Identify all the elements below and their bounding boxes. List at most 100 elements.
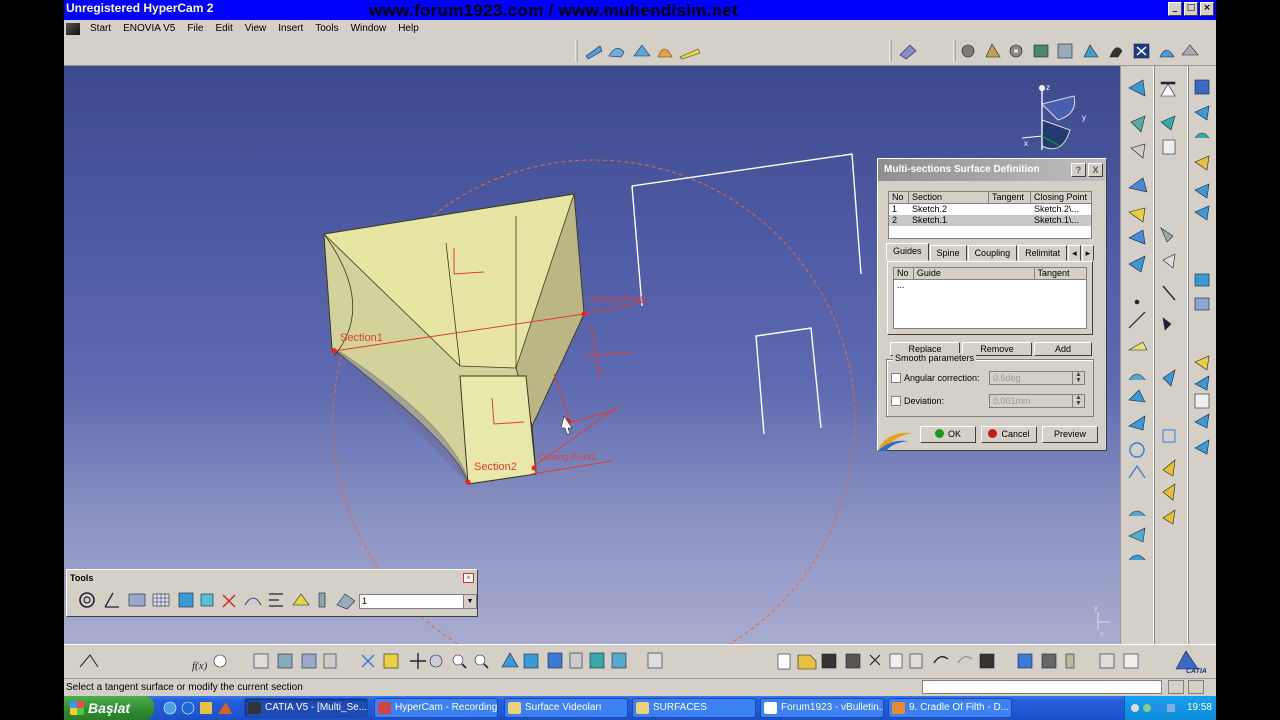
tab-scroll-left-icon[interactable]: ◂ bbox=[1068, 245, 1081, 261]
menu-file[interactable]: File bbox=[181, 23, 209, 34]
sketch-tool-icon[interactable] bbox=[899, 44, 917, 60]
app-title: Unregistered HyperCam 2 bbox=[66, 1, 214, 15]
right-toolbar-icons[interactable] bbox=[1121, 66, 1216, 644]
window-controls: _ □ × bbox=[1168, 2, 1214, 16]
svg-text:x: x bbox=[1024, 139, 1028, 148]
right-toolbar bbox=[1120, 66, 1216, 644]
add-button[interactable]: Add bbox=[1034, 342, 1092, 356]
label-closing-point1: Closing Point1 bbox=[590, 294, 648, 304]
maximize-icon[interactable]: □ bbox=[1184, 2, 1198, 16]
status-text: Select a tangent surface or modify the c… bbox=[66, 682, 303, 693]
minimize-icon[interactable]: _ bbox=[1168, 2, 1182, 16]
menu-tools[interactable]: Tools bbox=[309, 23, 344, 34]
bottom-toolbar-icons[interactable]: f(x) CATIA bbox=[64, 645, 1216, 679]
svg-text:z: z bbox=[1046, 83, 1050, 92]
tray-icons[interactable] bbox=[1127, 696, 1187, 720]
ok-icon bbox=[934, 429, 944, 438]
table-row[interactable]: 2 Sketch.1 Sketch.1\... bbox=[889, 215, 1091, 226]
tab-relimitation[interactable]: Relimitat bbox=[1018, 245, 1068, 261]
surface-tool-icons[interactable] bbox=[585, 44, 701, 60]
mini-axis-icon: y x bbox=[1094, 605, 1110, 638]
compass-icon[interactable]: z y x bbox=[1021, 83, 1086, 150]
clock: 19:58 bbox=[1186, 702, 1212, 713]
sections-table[interactable]: No Section Tangent Closing Point 1 Sketc… bbox=[888, 191, 1092, 239]
svg-text:x: x bbox=[1100, 631, 1104, 638]
dialog-close-button[interactable]: X bbox=[1088, 163, 1103, 177]
dialog-help-button[interactable]: ? bbox=[1071, 163, 1086, 177]
tools-panel-close-icon[interactable]: × bbox=[463, 573, 474, 583]
task-catia[interactable]: CATIA V5 - [Multi_Se... bbox=[244, 698, 368, 718]
task-surfaces[interactable]: SURFACES bbox=[632, 698, 756, 718]
dialog-title: Multi-sections Surface Definition bbox=[884, 164, 1040, 175]
close-icon[interactable]: × bbox=[1200, 2, 1214, 16]
title-bar: Unregistered HyperCam 2 www.forum1923.co… bbox=[64, 0, 1216, 20]
spin-arrows-icon[interactable]: ▲ ▼ bbox=[1072, 394, 1084, 407]
left-black-border bbox=[0, 0, 64, 720]
label-section1: Section1 bbox=[340, 332, 383, 344]
menu-edit[interactable]: Edit bbox=[210, 23, 239, 34]
preview-button[interactable]: Preview bbox=[1042, 426, 1098, 443]
guides-tab-panel: No Guide Tangent ... bbox=[887, 261, 1093, 335]
ok-button[interactable]: OK bbox=[920, 426, 976, 443]
smooth-parameters-group: Smooth parameters Angular correction: 0.… bbox=[886, 353, 1094, 417]
tab-coupling[interactable]: Coupling bbox=[967, 245, 1018, 261]
menu-start[interactable]: Start bbox=[84, 23, 117, 34]
tab-spine[interactable]: Spine bbox=[929, 245, 967, 261]
start-button[interactable]: Başlat bbox=[64, 696, 154, 720]
table-row[interactable]: 1 Sketch.2 Sketch.2\... bbox=[889, 204, 1091, 215]
menu-bar: Start ENOVIA V5 File Edit View Insert To… bbox=[64, 20, 1216, 37]
workbench-tool-icons[interactable] bbox=[961, 43, 1199, 59]
command-input[interactable] bbox=[922, 680, 1162, 694]
spin-arrows-icon[interactable]: ▲ ▼ bbox=[1072, 371, 1084, 384]
task-cradle-of-filth[interactable]: 9. Cradle Of Filth - D... bbox=[888, 698, 1012, 718]
tools-panel-icons[interactable] bbox=[73, 589, 359, 611]
bottom-toolbar: f(x) CATIA bbox=[64, 644, 1216, 678]
guides-table[interactable]: No Guide Tangent ... bbox=[893, 267, 1087, 329]
tools-panel-title: Tools bbox=[70, 573, 94, 583]
top-toolbar-icons bbox=[575, 40, 1199, 62]
status-button-1-icon[interactable] bbox=[1168, 680, 1184, 694]
combo-dropdown-icon[interactable]: ▼ bbox=[463, 595, 476, 608]
deviation-field[interactable]: 0.001mm ▲ ▼ bbox=[989, 394, 1085, 408]
windows-flag-icon bbox=[70, 701, 84, 715]
multi-sections-dialog: Multi-sections Surface Definition ? X No… bbox=[877, 158, 1107, 451]
cancel-icon bbox=[988, 429, 998, 438]
task-hypercam[interactable]: HyperCam - Recording bbox=[374, 698, 498, 718]
catia-swoosh-icon bbox=[878, 432, 912, 451]
deviation-checkbox[interactable] bbox=[891, 396, 901, 406]
tools-panel: Tools × 1 ▼ bbox=[66, 569, 478, 617]
catia-screen: Unregistered HyperCam 2 www.forum1923.co… bbox=[64, 0, 1216, 720]
sections-table-header: No Section Tangent Closing Point bbox=[889, 192, 1091, 204]
menu-insert[interactable]: Insert bbox=[272, 23, 309, 34]
right-black-border bbox=[1216, 0, 1280, 720]
label-section2: Section2 bbox=[474, 461, 517, 473]
top-toolbar bbox=[64, 37, 1216, 66]
table-row[interactable]: ... bbox=[894, 280, 1086, 291]
sketch-wireframe-1 bbox=[631, 153, 862, 275]
dialog-title-bar: Multi-sections Surface Definition ? X bbox=[878, 159, 1106, 181]
svg-text:CATIA: CATIA bbox=[1186, 668, 1207, 675]
catia-menu-icon[interactable] bbox=[66, 22, 80, 35]
angular-correction-checkbox[interactable] bbox=[891, 373, 901, 383]
tab-scroll-right-icon[interactable]: ▸ bbox=[1081, 245, 1095, 261]
menu-help[interactable]: Help bbox=[392, 23, 425, 34]
task-surface-videolari[interactable]: Surface Videoları bbox=[504, 698, 628, 718]
menu-view[interactable]: View bbox=[239, 23, 273, 34]
tools-panel-combo[interactable]: 1 ▼ bbox=[359, 594, 477, 609]
tab-guides[interactable]: Guides bbox=[886, 243, 929, 261]
deviation-label: Deviation: bbox=[904, 396, 945, 406]
menu-window[interactable]: Window bbox=[345, 23, 393, 34]
task-forum1923[interactable]: Forum1923 - vBulletin... bbox=[760, 698, 884, 718]
label-closing-point2: Closing Point2 bbox=[538, 452, 596, 462]
sketch-wireframe-1-leg bbox=[631, 185, 643, 307]
status-button-2-icon[interactable] bbox=[1188, 680, 1204, 694]
system-tray: 19:58 bbox=[1124, 696, 1216, 720]
windows-taskbar: Başlat CATIA V5 - [Multi_Se... HyperCam … bbox=[64, 696, 1216, 720]
quicklaunch-icons[interactable] bbox=[160, 696, 240, 720]
svg-text:f(x): f(x) bbox=[192, 660, 208, 672]
sketch-wireframe-2 bbox=[755, 327, 822, 435]
3d-viewport[interactable]: Section1 Section2 Closing Point1 Closing… bbox=[64, 66, 1120, 644]
cancel-button[interactable]: Cancel bbox=[981, 426, 1037, 443]
menu-enovia[interactable]: ENOVIA V5 bbox=[117, 23, 181, 34]
angular-correction-field[interactable]: 0.5deg ▲ ▼ bbox=[989, 371, 1085, 385]
